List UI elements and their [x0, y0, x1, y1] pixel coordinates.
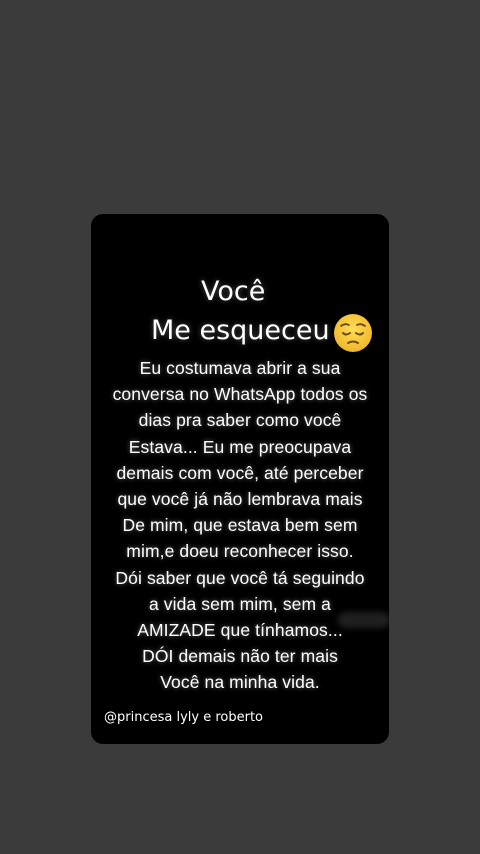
credit-handle: @princesa lyly e roberto [104, 710, 263, 725]
story-card[interactable]: Você Me esqueceu Eu costumava abrir a su… [91, 214, 389, 744]
body-line: De mim, que estava bem sem [122, 515, 358, 536]
body-line: Dói saber que você tá seguindo [115, 567, 365, 588]
body-line: Eu costumava abrir a sua [139, 358, 341, 378]
title-line-2: Me esqueceu [151, 310, 374, 352]
story-screen: Você Me esqueceu Eu costumava abrir a su… [0, 0, 480, 854]
body-line: Estava... Eu me preocupava [128, 436, 352, 457]
pensive-face-icon [332, 312, 374, 354]
title-line-2-text: Me esqueceu [151, 315, 330, 346]
story-body-text: Eu costumava abrir a sua conversa no Wha… [91, 355, 389, 696]
body-line: dias pra saber como você [138, 410, 342, 431]
body-line: que você já não lembrava mais [117, 489, 363, 510]
body-line: demais com você, até perceber [116, 462, 364, 483]
blur-smudge [338, 612, 389, 628]
body-line: Você na minha vida. [160, 672, 320, 693]
body-line: mim,e doeu reconhecer isso. [126, 541, 354, 562]
title-line-1: Você [201, 276, 266, 307]
body-line: DÓI demais não ter mais [142, 646, 338, 667]
body-line: conversa no WhatsApp todos os [112, 384, 368, 405]
